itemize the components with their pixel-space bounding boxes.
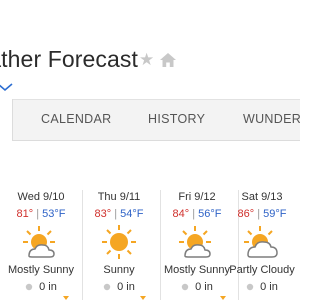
day-precip: 0 in bbox=[162, 280, 232, 294]
next-row-marker bbox=[140, 296, 146, 300]
precip-value: 0 in bbox=[39, 281, 57, 293]
day-date: Wed 9/10 bbox=[17, 191, 65, 203]
day-condition: Mostly Sunny bbox=[7, 264, 75, 276]
tab-calendar[interactable]: CALENDAR bbox=[41, 112, 111, 126]
day-condition: Sunny bbox=[103, 264, 135, 276]
day-precip: 0 in bbox=[227, 280, 297, 294]
forecast-day[interactable]: Fri 9/12 84° | 56°F Mostly Sunny 0 in bbox=[162, 190, 232, 294]
day-temps: 84° | 56°F bbox=[172, 208, 222, 220]
high-temp: 81° bbox=[16, 208, 34, 220]
day-divider bbox=[160, 190, 161, 300]
low-temp: 56°F bbox=[198, 208, 222, 220]
next-row-marker bbox=[63, 296, 69, 300]
home-icon[interactable] bbox=[159, 52, 177, 68]
forecast-day[interactable]: Thu 9/11 83° | 54°F Sunny 0 in bbox=[84, 190, 154, 294]
day-condition: Mostly Sunny bbox=[163, 264, 231, 276]
raindrop-icon bbox=[181, 283, 189, 291]
chevron-down-icon[interactable] bbox=[0, 82, 14, 92]
day-date: Thu 9/11 bbox=[97, 191, 141, 203]
raindrop-icon bbox=[246, 283, 254, 291]
high-temp: 84° bbox=[172, 208, 190, 220]
low-temp: 59°F bbox=[263, 208, 287, 220]
star-icon[interactable]: ★ bbox=[139, 51, 154, 68]
tab-wundermap[interactable]: WUNDERM bbox=[243, 112, 300, 126]
raindrop-icon bbox=[25, 283, 33, 291]
forecast-day[interactable]: Sat 9/13 86° | 59°F Partly Cloudy 0 in bbox=[227, 190, 297, 294]
high-temp: 83° bbox=[94, 208, 112, 220]
low-temp: 54°F bbox=[120, 208, 144, 220]
next-row-marker bbox=[220, 296, 226, 300]
mostly-sunny-icon bbox=[23, 226, 55, 258]
day-precip: 0 in bbox=[6, 280, 76, 294]
page-title: Weather Forecast bbox=[0, 46, 138, 72]
day-divider bbox=[82, 190, 83, 300]
tab-forecast-active[interactable] bbox=[0, 99, 13, 141]
day-precip: 0 in bbox=[84, 280, 154, 294]
day-temps: 81° | 53°F bbox=[16, 208, 66, 220]
precip-value: 0 in bbox=[117, 281, 135, 293]
sunny-icon bbox=[102, 225, 136, 259]
precip-value: 0 in bbox=[260, 281, 278, 293]
page: Weather Forecast ★ CALENDAR HISTORY WUND… bbox=[0, 0, 300, 300]
high-temp: 86° bbox=[237, 208, 255, 220]
precip-value: 0 in bbox=[195, 281, 213, 293]
day-date: Fri 9/12 bbox=[178, 191, 216, 203]
day-temps: 86° | 59°F bbox=[237, 208, 287, 220]
low-temp: 53°F bbox=[42, 208, 66, 220]
partly-cloudy-icon bbox=[244, 226, 278, 258]
day-condition: Partly Cloudy bbox=[229, 264, 295, 276]
day-date: Sat 9/13 bbox=[241, 191, 283, 203]
day-temps: 83° | 54°F bbox=[94, 208, 144, 220]
raindrop-icon bbox=[103, 283, 111, 291]
forecast-day[interactable]: Wed 9/10 81° | 53°F Mostly Sunny 0 in bbox=[6, 190, 76, 294]
tab-history[interactable]: HISTORY bbox=[148, 112, 205, 126]
mostly-sunny-icon bbox=[179, 226, 211, 258]
